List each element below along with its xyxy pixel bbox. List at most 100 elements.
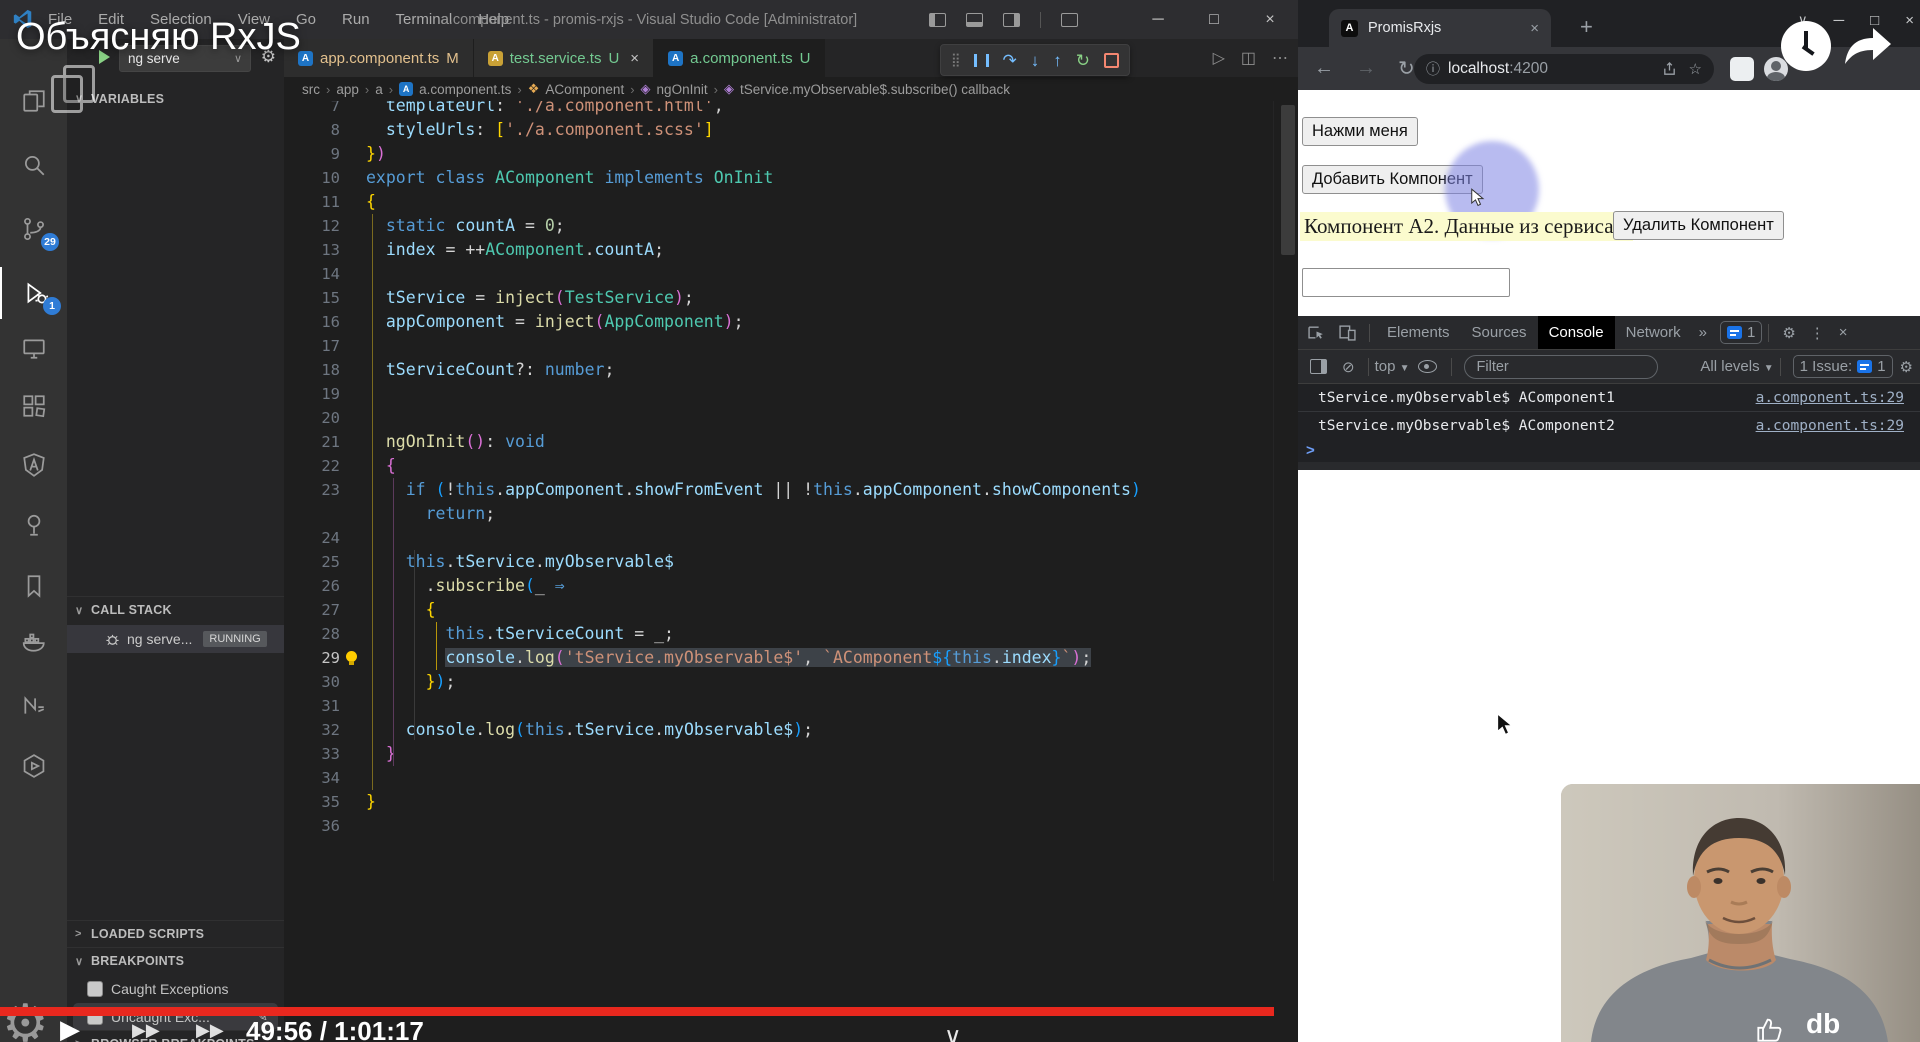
devtools-close-icon[interactable]: × — [1839, 324, 1848, 341]
skip-back-icon[interactable]: ▶▶ — [132, 1020, 160, 1041]
stop-icon[interactable] — [1104, 52, 1120, 68]
toggle-secondary-sidebar-icon[interactable] — [1003, 12, 1020, 27]
breadcrumb-item[interactable]: ngOnInit — [657, 82, 708, 97]
lightbulb-icon[interactable] — [346, 651, 357, 665]
menu-terminal[interactable]: Terminal — [396, 11, 453, 28]
settings-gear-icon[interactable]: ⚙ — [1782, 324, 1795, 342]
docker-icon[interactable] — [0, 615, 67, 667]
console-settings-gear-icon[interactable]: ⚙ — [1900, 358, 1913, 376]
breadcrumb-item[interactable]: tService.myObservable$.subscribe() callb… — [740, 82, 1010, 97]
close-button[interactable]: × — [1242, 0, 1298, 39]
code-editor[interactable]: 7 templateUrl: './a.component.html', 8 st… — [284, 101, 1274, 881]
bookmarks-icon[interactable] — [0, 560, 67, 612]
more-actions-icon[interactable]: ⋯ — [1272, 48, 1288, 68]
site-info-icon[interactable]: ⓘ — [1426, 59, 1440, 79]
run-and-debug-icon[interactable]: 1 — [0, 267, 69, 319]
call-stack-session-row[interactable]: ng serve... RUNNING — [67, 625, 284, 653]
angular-extension-icon[interactable] — [0, 439, 67, 491]
toggle-sidebar-icon[interactable] — [929, 12, 946, 27]
context-selector[interactable]: top ▼ — [1375, 358, 1410, 375]
scrollbar-thumb[interactable] — [1281, 105, 1295, 255]
menu-run[interactable]: Run — [342, 11, 370, 28]
issues-badge[interactable]: 1 Issue: 1 — [1792, 355, 1893, 378]
search-icon[interactable] — [0, 139, 67, 191]
checkbox[interactable] — [87, 980, 103, 997]
editor-tab-a.component.ts[interactable]: Aa.component.ts U — [654, 39, 826, 77]
breadcrumb-item[interactable]: src — [302, 82, 320, 97]
console-sidebar-icon[interactable] — [1310, 359, 1327, 374]
editor-scrollbar[interactable] — [1273, 101, 1298, 881]
console-prompt[interactable]: > — [1298, 438, 1920, 462]
breadcrumb-item[interactable]: a — [375, 82, 383, 97]
tab-console[interactable]: Console — [1537, 316, 1615, 349]
video-progress-bar[interactable] — [0, 1007, 1274, 1016]
breadcrumb-item[interactable]: app — [336, 82, 359, 97]
step-over-icon[interactable]: ↷ — [1003, 52, 1017, 69]
testing-tree-icon[interactable] — [0, 499, 67, 551]
editor-tab-test.service.ts[interactable]: Atest.service.ts U × — [473, 39, 655, 77]
watch-later-clock-icon[interactable] — [1781, 21, 1831, 71]
reload-button[interactable]: ↻ — [1398, 56, 1415, 81]
run-or-debug-icon[interactable]: ▷ — [1213, 48, 1225, 68]
toggle-panel-icon[interactable] — [966, 12, 983, 27]
live-expression-eye-icon[interactable] — [1417, 360, 1437, 373]
breakpoints-section-header[interactable]: ∨ BREAKPOINTS — [67, 947, 284, 974]
bookmark-star-icon[interactable]: ☆ — [1689, 60, 1702, 78]
pause-icon[interactable] — [973, 53, 989, 67]
profile-avatar[interactable] — [1764, 57, 1788, 81]
maximize-button[interactable]: □ — [1186, 0, 1242, 39]
editor-tab-app.component.ts[interactable]: Aapp.component.ts M — [284, 39, 474, 77]
player-settings-gear-icon[interactable]: ⚙ — [2, 998, 49, 1042]
breadcrumb-item[interactable]: a.component.ts — [419, 82, 511, 97]
console-source-link[interactable]: a.component.ts:29 — [1756, 418, 1904, 434]
extensions-icon[interactable] — [0, 380, 67, 432]
source-control-icon[interactable]: 29 — [0, 203, 67, 255]
loaded-scripts-section-header[interactable]: > LOADED SCRIPTS — [67, 920, 284, 947]
nx-console-icon[interactable] — [0, 680, 67, 732]
share-icon[interactable] — [1662, 61, 1677, 77]
more-tabs-icon[interactable]: » — [1699, 324, 1707, 341]
tab-network[interactable]: Network — [1615, 316, 1692, 349]
tab-elements[interactable]: Elements — [1376, 316, 1461, 349]
tab-close-icon[interactable]: × — [1530, 20, 1539, 37]
breadcrumb-item[interactable]: AComponent — [545, 82, 624, 97]
customize-layout-icon[interactable] — [1061, 12, 1078, 27]
thumbs-up-icon[interactable] — [1756, 1016, 1784, 1042]
minimize-button[interactable]: ─ — [1130, 0, 1186, 39]
component-input[interactable] — [1302, 268, 1510, 297]
step-into-icon[interactable]: ↓ — [1031, 52, 1040, 69]
new-tab-button[interactable]: + — [1580, 14, 1593, 40]
console-source-link[interactable]: a.component.ts:29 — [1756, 390, 1904, 406]
device-toolbar-icon[interactable] — [1339, 324, 1356, 341]
restart-icon[interactable]: ↻ — [1076, 52, 1090, 69]
extension-icon[interactable] — [1730, 57, 1754, 81]
breakpoint-caught-exceptions[interactable]: Caught Exceptions — [73, 975, 278, 1002]
play-icon[interactable]: ▶ — [60, 1014, 80, 1042]
skip-forward-icon[interactable]: ▶▶ — [196, 1020, 224, 1041]
back-button[interactable]: ← — [1314, 57, 1334, 80]
variables-section-header[interactable]: ∨ VARIABLES — [67, 85, 284, 112]
remote-explorer-icon[interactable] — [0, 322, 67, 374]
drag-grip-icon[interactable]: ⣿ — [951, 52, 960, 68]
share-arrow-icon[interactable] — [1843, 22, 1895, 70]
menu-help[interactable]: Help — [478, 11, 509, 28]
remove-component-button[interactable]: Удалить Компонент — [1613, 211, 1784, 240]
tab-sources[interactable]: Sources — [1461, 316, 1538, 349]
console-filter-input[interactable] — [1463, 354, 1658, 379]
split-editor-icon[interactable]: ◫ — [1241, 48, 1256, 68]
messages-badge[interactable]: 1 — [1719, 321, 1763, 344]
browser-tab[interactable]: A PromisRxjs × — [1329, 9, 1551, 47]
close-button[interactable]: × — [1905, 12, 1914, 29]
tab-close-icon[interactable]: × — [630, 50, 639, 67]
devtools-menu-icon[interactable]: ⋮ — [1810, 324, 1825, 342]
step-out-icon[interactable]: ↑ — [1053, 52, 1062, 69]
call-stack-section-header[interactable]: ∨ CALL STACK — [67, 596, 284, 623]
forward-button[interactable]: → — [1356, 57, 1376, 80]
log-levels-select[interactable]: All levels ▼ — [1700, 358, 1773, 375]
inspect-icon[interactable] — [1308, 324, 1325, 341]
click-me-button[interactable]: Нажми меня — [1302, 117, 1418, 146]
hexagon-play-icon[interactable] — [0, 740, 67, 792]
clear-console-icon[interactable]: ⊘ — [1342, 358, 1355, 376]
address-bar[interactable]: ⓘ localhost :4200 ☆ — [1414, 54, 1714, 84]
collapse-chevron-icon[interactable]: ∨ — [944, 1022, 962, 1042]
